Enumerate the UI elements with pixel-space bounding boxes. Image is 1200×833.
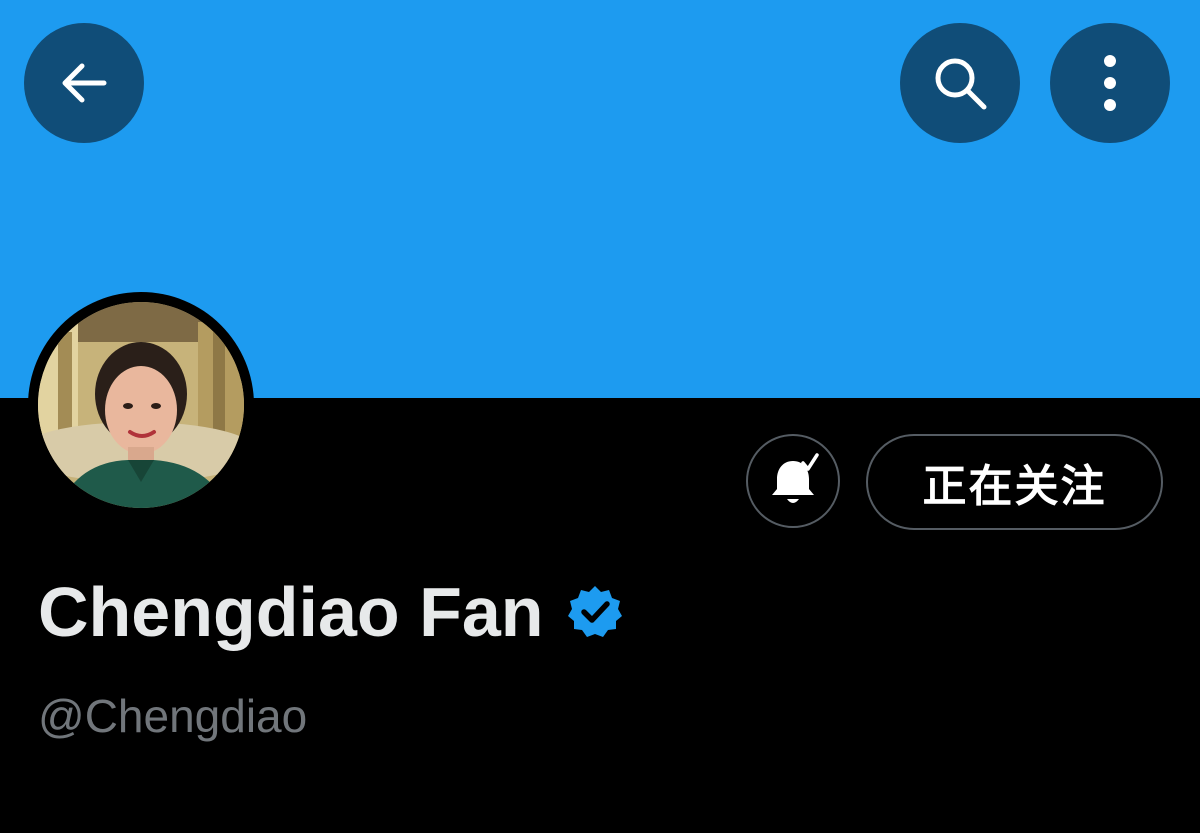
notification-bell-button[interactable] — [746, 434, 840, 528]
search-icon — [935, 58, 987, 110]
display-name: Chengdiao Fan — [38, 573, 544, 651]
verified-badge-icon — [567, 586, 622, 637]
bell-check-icon — [772, 453, 819, 503]
avatar[interactable] — [28, 292, 254, 518]
avatar-image — [38, 302, 244, 508]
back-button[interactable] — [24, 23, 144, 143]
name-row: Chengdiao Fan — [38, 572, 624, 652]
more-options-button[interactable] — [1050, 23, 1170, 143]
more-vertical-icon — [1104, 55, 1116, 111]
arrow-left-icon — [62, 63, 107, 103]
following-button[interactable]: 正在关注 — [866, 434, 1163, 530]
username-handle: @Chengdiao — [38, 690, 308, 742]
search-button[interactable] — [900, 23, 1020, 143]
